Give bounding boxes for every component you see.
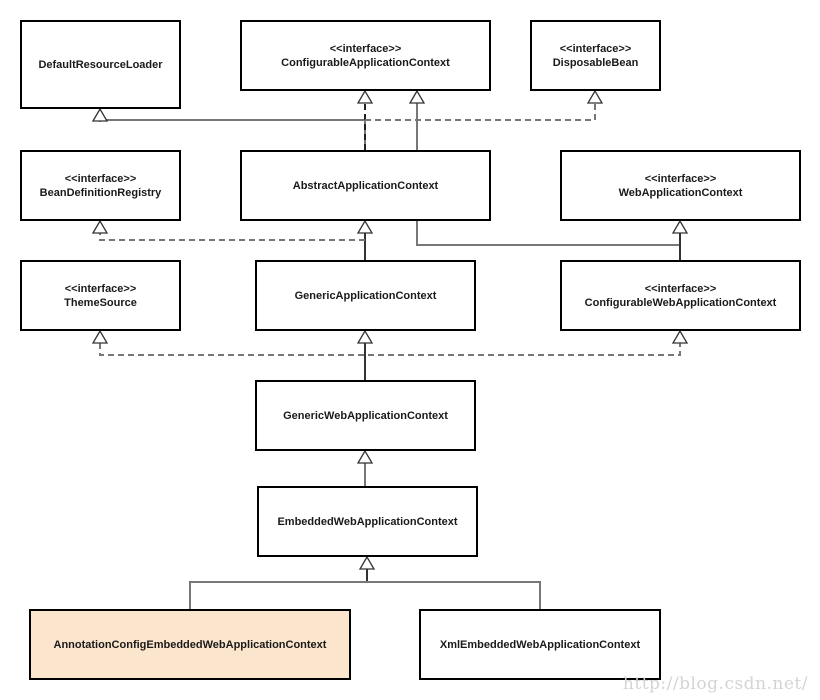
inheritance-arrow-icon	[356, 219, 374, 234]
edge-implements-theme-source-and-cwac	[99, 343, 681, 356]
edge-implements-disposable-bean	[365, 103, 596, 121]
class-xml-embedded-web-application-context[interactable]: XmlEmbeddedWebApplicationContext	[419, 609, 661, 680]
interface-configurable-application-context[interactable]: <<interface>> ConfigurableApplicationCon…	[240, 20, 491, 91]
class-generic-application-context[interactable]: GenericApplicationContext	[255, 260, 476, 331]
stereotype-label: <<interface>>	[559, 42, 632, 55]
class-abstract-application-context[interactable]: AbstractApplicationContext	[240, 150, 491, 221]
stereotype-label: <<interface>>	[644, 172, 717, 185]
class-name: GenericWebApplicationContext	[283, 409, 448, 422]
interface-theme-source[interactable]: <<interface>> ThemeSource	[20, 260, 181, 331]
class-name: BeanDefinitionRegistry	[39, 186, 162, 199]
class-generic-web-application-context[interactable]: GenericWebApplicationContext	[255, 380, 476, 451]
class-embedded-web-application-context[interactable]: EmbeddedWebApplicationContext	[257, 486, 478, 557]
realization-arrow-icon	[356, 89, 374, 104]
class-default-resource-loader[interactable]: DefaultResourceLoader	[20, 20, 181, 109]
realization-arrow-icon	[586, 89, 604, 104]
interface-bean-definition-registry[interactable]: <<interface>> BeanDefinitionRegistry	[20, 150, 181, 221]
realization-arrow-icon	[91, 219, 109, 234]
interface-web-application-context[interactable]: <<interface>> WebApplicationContext	[560, 150, 801, 221]
inheritance-arrow-icon	[358, 555, 376, 570]
edge-extends-embedded-web-application-context	[189, 581, 541, 609]
class-name: AbstractApplicationContext	[292, 180, 439, 192]
stereotype-label: <<interface>>	[329, 42, 402, 55]
class-name: XmlEmbeddedWebApplicationContext	[439, 638, 641, 651]
inheritance-arrow-icon	[408, 89, 426, 104]
class-name: ConfigurableWebApplicationContext	[584, 296, 777, 309]
inheritance-arrow-icon	[356, 449, 374, 464]
class-name: DefaultResourceLoader	[38, 58, 163, 71]
inheritance-arrow-icon	[671, 219, 689, 234]
inheritance-arrow-icon	[356, 329, 374, 344]
edge-implements-bean-definition-registry	[99, 233, 365, 241]
stereotype-label: <<interface>>	[64, 282, 137, 295]
realization-arrow-icon	[671, 329, 689, 344]
stereotype-label: <<interface>>	[64, 172, 137, 185]
edge-extends-default-resource-loader-h	[99, 119, 365, 121]
class-name: AnnotationConfigEmbeddedWebApplicationCo…	[53, 638, 327, 651]
watermark: http://blog.csdn.net/	[622, 674, 808, 694]
interface-disposable-bean[interactable]: <<interface>> DisposableBean	[530, 20, 661, 91]
realization-arrow-icon	[91, 329, 109, 344]
class-annotation-config-embedded-web-application-context[interactable]: AnnotationConfigEmbeddedWebApplicationCo…	[29, 609, 351, 680]
stereotype-label: <<interface>>	[644, 282, 717, 295]
class-name: GenericApplicationContext	[294, 289, 437, 302]
class-name: ThemeSource	[64, 296, 137, 309]
class-name: ConfigurableApplicationContext	[281, 56, 450, 69]
interface-configurable-web-application-context[interactable]: <<interface>> ConfigurableWebApplication…	[560, 260, 801, 331]
inheritance-arrow-icon	[91, 107, 109, 122]
class-name: EmbeddedWebApplicationContext	[277, 515, 458, 528]
class-name: DisposableBean	[552, 56, 639, 69]
edge-extends-default-resource-loader	[99, 119, 366, 150]
class-name: WebApplicationContext	[618, 186, 743, 199]
